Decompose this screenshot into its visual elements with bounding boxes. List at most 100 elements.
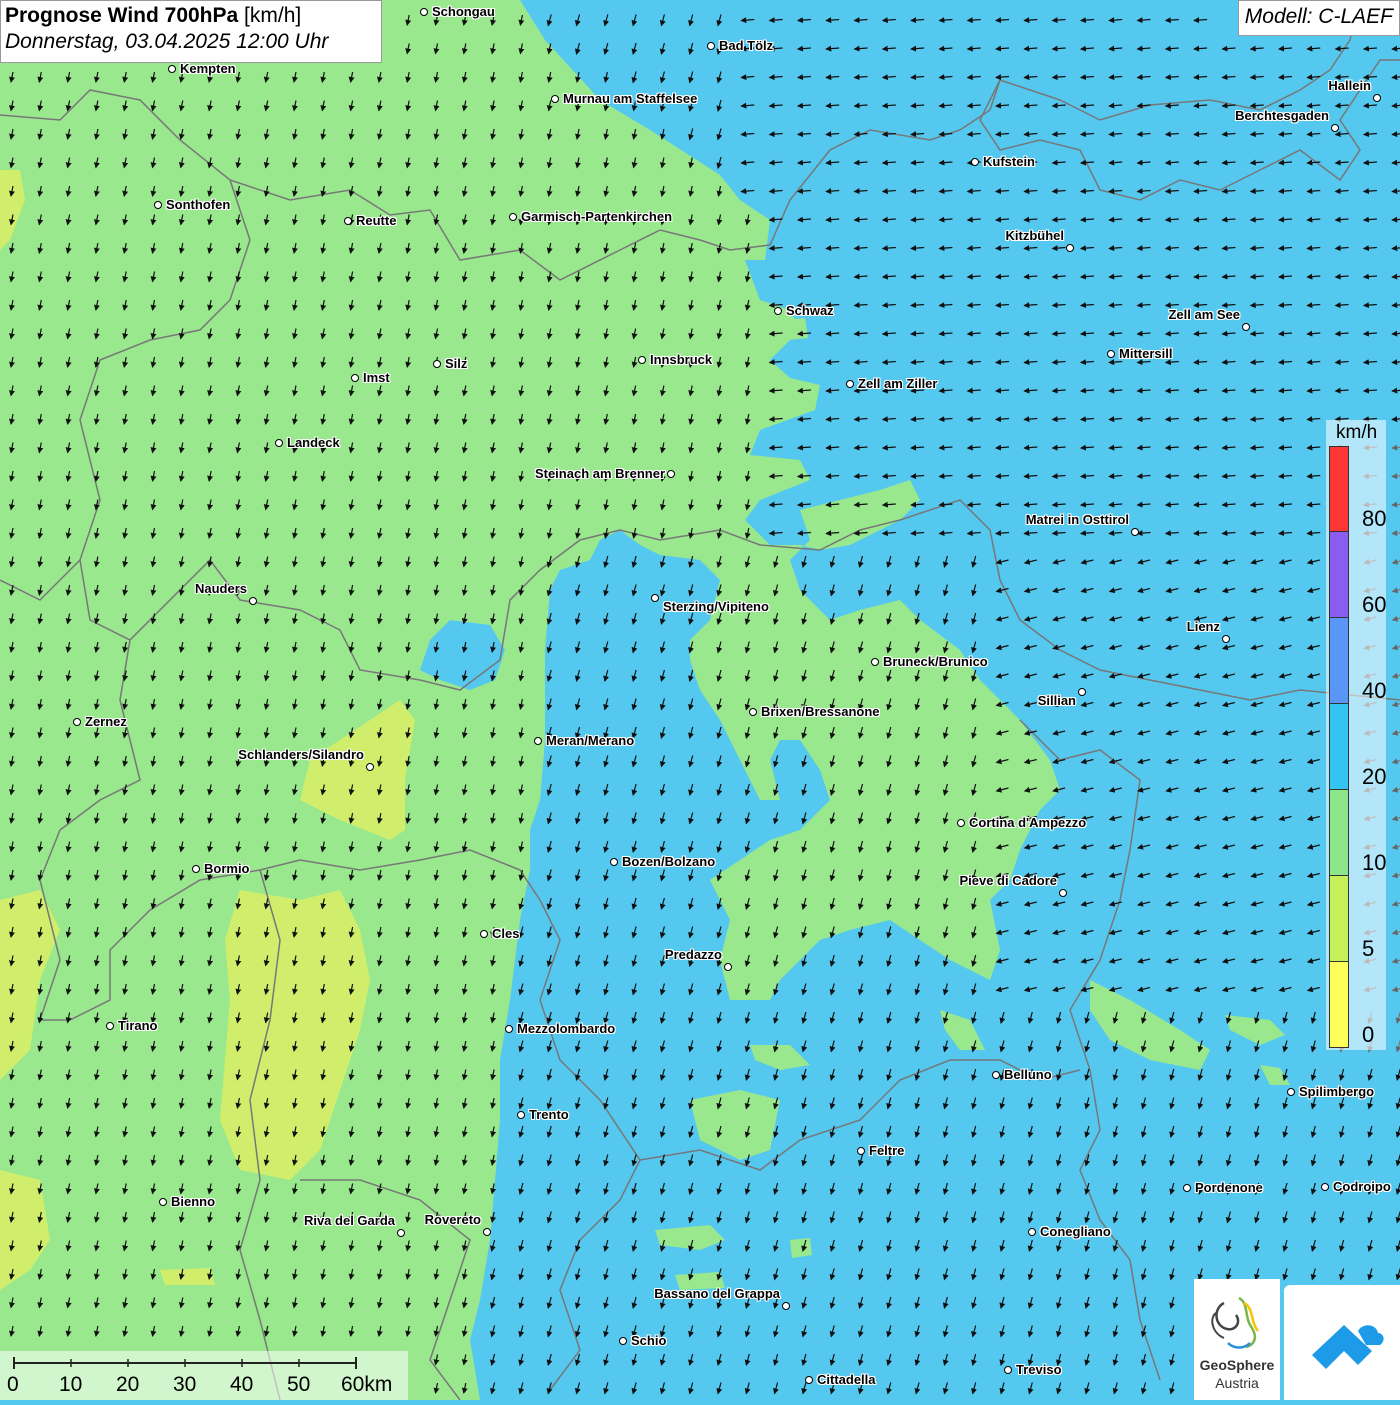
city-marker	[724, 963, 732, 971]
legend-tick-label: 0	[1362, 1022, 1375, 1047]
city-marker	[106, 1022, 114, 1030]
city-marker	[1222, 635, 1230, 643]
city-marker	[192, 865, 200, 873]
model-label: Modell: C-LAEF	[1237, 0, 1400, 36]
city-marker	[1183, 1184, 1191, 1192]
city-label: Cortina d'Ampezzo	[969, 815, 1087, 830]
city-marker	[480, 930, 488, 938]
title-unit: [km/h]	[244, 4, 302, 27]
city-label: Riva del Garda	[303, 1213, 395, 1228]
city-marker	[1078, 688, 1086, 696]
city-marker	[971, 158, 979, 166]
title-box: Prognose Wind 700hPa [km/h] Donnerstag, …	[0, 0, 382, 63]
city-marker	[1107, 350, 1115, 358]
geosphere-logo-line1: GeoSphere	[1199, 1357, 1275, 1373]
city-label: Mittersill	[1119, 346, 1173, 361]
city-label: Kempten	[180, 61, 236, 76]
city-label: Mezzolombardo	[517, 1021, 616, 1036]
city-marker	[159, 1198, 167, 1206]
scale-tick: 20	[116, 1373, 140, 1396]
city-label: Kitzbühel	[1005, 228, 1065, 243]
city-label: Zell am See	[1168, 307, 1240, 322]
city-label: Schio	[631, 1333, 667, 1348]
city-marker	[249, 597, 257, 605]
city-marker	[610, 858, 618, 866]
city-label: Belluno	[1004, 1067, 1052, 1082]
legend-color-segment	[1329, 532, 1349, 618]
city-marker	[275, 439, 283, 447]
wind-zone-10-20-islet	[790, 1238, 812, 1258]
city-marker	[344, 217, 352, 225]
city-marker	[707, 42, 715, 50]
city-label: Kufstein	[983, 154, 1035, 169]
app-logo[interactable]	[1284, 1285, 1400, 1400]
city-label: Meran/Merano	[546, 733, 635, 748]
forecast-datetime: Donnerstag, 03.04.2025 12:00 Uhr	[5, 30, 329, 53]
city-marker	[1331, 124, 1339, 132]
city-marker	[1004, 1366, 1012, 1374]
color-legend: km/h 80 60 40 20 10 5 0	[1326, 420, 1386, 1050]
city-marker	[509, 213, 517, 221]
city-marker	[168, 65, 176, 73]
city-label: Sillian	[1037, 693, 1076, 708]
wind-zone-5-10	[160, 1268, 215, 1285]
city-marker	[638, 356, 646, 364]
city-marker	[1321, 1183, 1329, 1191]
city-label: Murnau am Staffelsee	[563, 91, 698, 106]
legend-tick-label: 5	[1362, 936, 1375, 961]
city-label: Cittadella	[817, 1372, 876, 1387]
city-marker	[957, 819, 965, 827]
title-text: Prognose Wind 700hPa	[5, 4, 239, 27]
city-label: Spilimbergo	[1299, 1084, 1375, 1099]
scale-tick: 50	[287, 1373, 311, 1396]
scale-tick: 30	[173, 1373, 197, 1396]
city-label: Schongau	[432, 4, 495, 19]
legend-tick-label: 80	[1362, 506, 1387, 531]
city-label: Lienz	[1186, 619, 1220, 634]
city-label: Pieve di Cadore	[959, 873, 1057, 888]
city-marker	[774, 307, 782, 315]
city-marker	[433, 360, 441, 368]
city-marker	[1242, 323, 1250, 331]
city-label: Conegliano	[1040, 1224, 1111, 1239]
city-label: Steinach am Brenner	[534, 466, 665, 481]
legend-color-segment	[1329, 446, 1349, 532]
city-label: Brixen/Bressanone	[761, 704, 880, 719]
app-logo-icon	[1312, 1325, 1384, 1369]
city-marker	[1131, 528, 1139, 536]
city-label: Sonthofen	[166, 197, 231, 212]
city-label: Bozen/Bolzano	[622, 854, 716, 869]
city-marker	[351, 374, 359, 382]
city-marker	[366, 763, 374, 771]
city-label: Matrei in Osttirol	[1025, 512, 1129, 527]
city-marker	[1373, 94, 1381, 102]
legend-tick-label: 10	[1362, 850, 1387, 875]
city-marker	[1287, 1088, 1295, 1096]
city-marker	[73, 718, 81, 726]
city-label: Predazzo	[664, 947, 722, 962]
legend-color-segment	[1329, 704, 1349, 790]
legend-tick-label: 20	[1362, 764, 1387, 789]
city-label: Zernez	[85, 714, 127, 729]
scale-tick: 10	[59, 1373, 83, 1396]
city-marker	[749, 708, 757, 716]
city-marker	[846, 380, 854, 388]
city-marker	[782, 1302, 790, 1310]
city-label: Tirano	[118, 1018, 158, 1033]
city-marker	[871, 658, 879, 666]
city-label: Berchtesgaden	[1235, 108, 1329, 123]
city-marker	[517, 1111, 525, 1119]
legend-tick-label: 40	[1362, 678, 1387, 703]
geosphere-logo[interactable]: GeoSphere Austria	[1194, 1279, 1280, 1400]
legend-color-segment	[1329, 790, 1349, 876]
city-label: Schlanders/Silandro	[238, 747, 364, 762]
city-label: Reutte	[356, 213, 397, 228]
city-label: Nauders	[194, 581, 247, 596]
city-marker	[534, 737, 542, 745]
city-marker	[397, 1229, 405, 1237]
city-label: Treviso	[1016, 1362, 1062, 1377]
city-label: Bruneck/Brunico	[883, 654, 988, 669]
city-label: Bad Tölz	[719, 38, 774, 53]
city-label: Pordenone	[1195, 1180, 1263, 1195]
city-label: Cles	[492, 926, 520, 941]
